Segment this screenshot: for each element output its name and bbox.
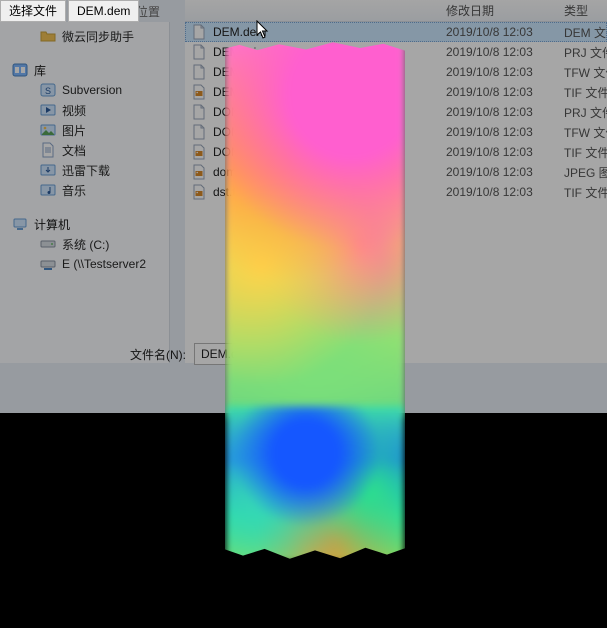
tree-item-label: 视频	[62, 102, 86, 119]
file-list-header: 修改日期 类型	[185, 0, 607, 22]
choose-file-button[interactable]: 选择文件	[0, 0, 66, 22]
tree-item-label: 迅雷下载	[62, 162, 110, 179]
header-date[interactable]: 修改日期	[440, 2, 558, 19]
file-type: TFW 文件	[558, 124, 607, 141]
header-type[interactable]: 类型	[558, 2, 607, 19]
dem-preview-overlay	[225, 38, 405, 563]
tree-item-label: 音乐	[62, 182, 86, 199]
file-date: 2019/10/8 12:03	[440, 105, 558, 119]
video-icon	[40, 102, 56, 118]
generic-file-icon	[191, 104, 207, 120]
file-date: 2019/10/8 12:03	[440, 65, 558, 79]
music-icon	[40, 182, 56, 198]
tree-item-label: 文档	[62, 142, 86, 159]
file-date: 2019/10/8 12:03	[440, 85, 558, 99]
file-type: TIF 文件	[558, 184, 607, 201]
library-icon	[12, 62, 28, 78]
picture-icon	[40, 122, 56, 138]
file-date: 2019/10/8 12:03	[440, 25, 558, 39]
folder-tree: 微云同步助手库S Subversion 视频图片文档迅雷下载音乐计算机系统 (C:)…	[0, 22, 170, 363]
tree-item[interactable]: 文档	[4, 140, 169, 160]
netdrive-icon	[40, 256, 56, 272]
folder-icon	[40, 28, 56, 44]
current-file-button[interactable]: DEM.dem	[68, 0, 139, 22]
tree-item-label: 微云同步助手	[62, 28, 134, 45]
generic-file-icon	[191, 44, 207, 60]
file-type: TIF 文件	[558, 144, 607, 161]
tree-item[interactable]: 库	[4, 60, 169, 80]
image-file-icon	[191, 164, 207, 180]
computer-icon	[12, 216, 28, 232]
file-type: PRJ 文件	[558, 44, 607, 61]
tree-item[interactable]: 系统 (C:)	[4, 234, 169, 254]
tree-item[interactable]: 音乐	[4, 180, 169, 200]
tree-item[interactable]: 图片	[4, 120, 169, 140]
tree-item[interactable]: 微云同步助手	[4, 26, 169, 46]
file-type: DEM 文件	[558, 24, 607, 41]
file-type: TIF 文件	[558, 84, 607, 101]
svg-text:S: S	[45, 86, 51, 96]
download-icon	[40, 162, 56, 178]
generic-file-icon	[191, 124, 207, 140]
tree-item[interactable]: 迅雷下载	[4, 160, 169, 180]
generic-file-icon	[191, 64, 207, 80]
tree-item-label: 图片	[62, 122, 86, 139]
tree-item-label: 计算机	[34, 216, 70, 233]
file-date: 2019/10/8 12:03	[440, 185, 558, 199]
file-row[interactable]: DEM.dem 2019/10/8 12:03DEM 文件	[185, 22, 607, 42]
tree-item-label: 系统 (C:)	[62, 236, 109, 253]
subversion-icon: S	[40, 82, 56, 98]
file-type: JPEG 图像	[558, 164, 607, 181]
tree-item-label: E (\\Testserver2	[62, 257, 146, 271]
file-date: 2019/10/8 12:03	[440, 145, 558, 159]
image-file-icon	[191, 184, 207, 200]
dem-edge-shadow	[225, 38, 405, 563]
tree-item-label: 库	[34, 62, 46, 79]
file-date: 2019/10/8 12:03	[440, 165, 558, 179]
file-date: 2019/10/8 12:03	[440, 45, 558, 59]
top-button-bar: 选择文件 DEM.dem	[0, 0, 139, 22]
file-type: PRJ 文件	[558, 104, 607, 121]
image-file-icon	[191, 84, 207, 100]
document-icon	[40, 142, 56, 158]
drive-icon	[40, 236, 56, 252]
image-file-icon	[191, 144, 207, 160]
ghost-label: 位置	[136, 3, 160, 20]
file-date: 2019/10/8 12:03	[440, 125, 558, 139]
tree-item[interactable]: 计算机	[4, 214, 169, 234]
generic-file-icon	[191, 24, 207, 40]
tree-item-label: Subversion	[62, 83, 122, 97]
tree-item[interactable]: 视频	[4, 100, 169, 120]
file-name: DEM.dem	[213, 25, 266, 39]
tree-item[interactable]: S Subversion	[4, 80, 169, 100]
file-type: TFW 文件	[558, 64, 607, 81]
tree-item[interactable]: E (\\Testserver2	[4, 254, 169, 274]
